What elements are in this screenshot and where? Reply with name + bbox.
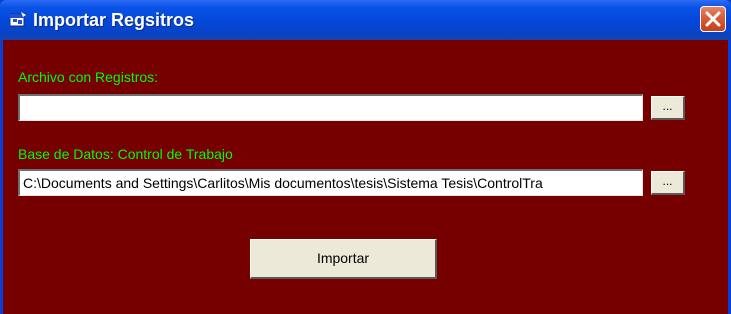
archivo-input[interactable] [18, 94, 643, 121]
close-button[interactable] [700, 6, 726, 32]
base-datos-input[interactable]: C:\Documents and Settings\Carlitos\Mis d… [18, 169, 643, 196]
title-bar[interactable]: Importar Regsitros [0, 0, 731, 40]
archivo-browse-button[interactable]: ... [651, 96, 685, 120]
importar-button[interactable]: Importar [250, 239, 437, 279]
base-datos-label: Base de Datos: Control de Trabajo [18, 146, 233, 162]
app-window-icon [9, 12, 26, 27]
archivo-label: Archivo con Registros: [18, 69, 159, 85]
base-datos-browse-button[interactable]: ... [651, 171, 685, 195]
window-title: Importar Regsitros [33, 10, 195, 30]
import-dialog: Importar Regsitros Archivo con Registros… [0, 0, 731, 314]
close-icon [705, 11, 721, 27]
dialog-body: Archivo con Registros: ... Base de Datos… [3, 40, 728, 314]
